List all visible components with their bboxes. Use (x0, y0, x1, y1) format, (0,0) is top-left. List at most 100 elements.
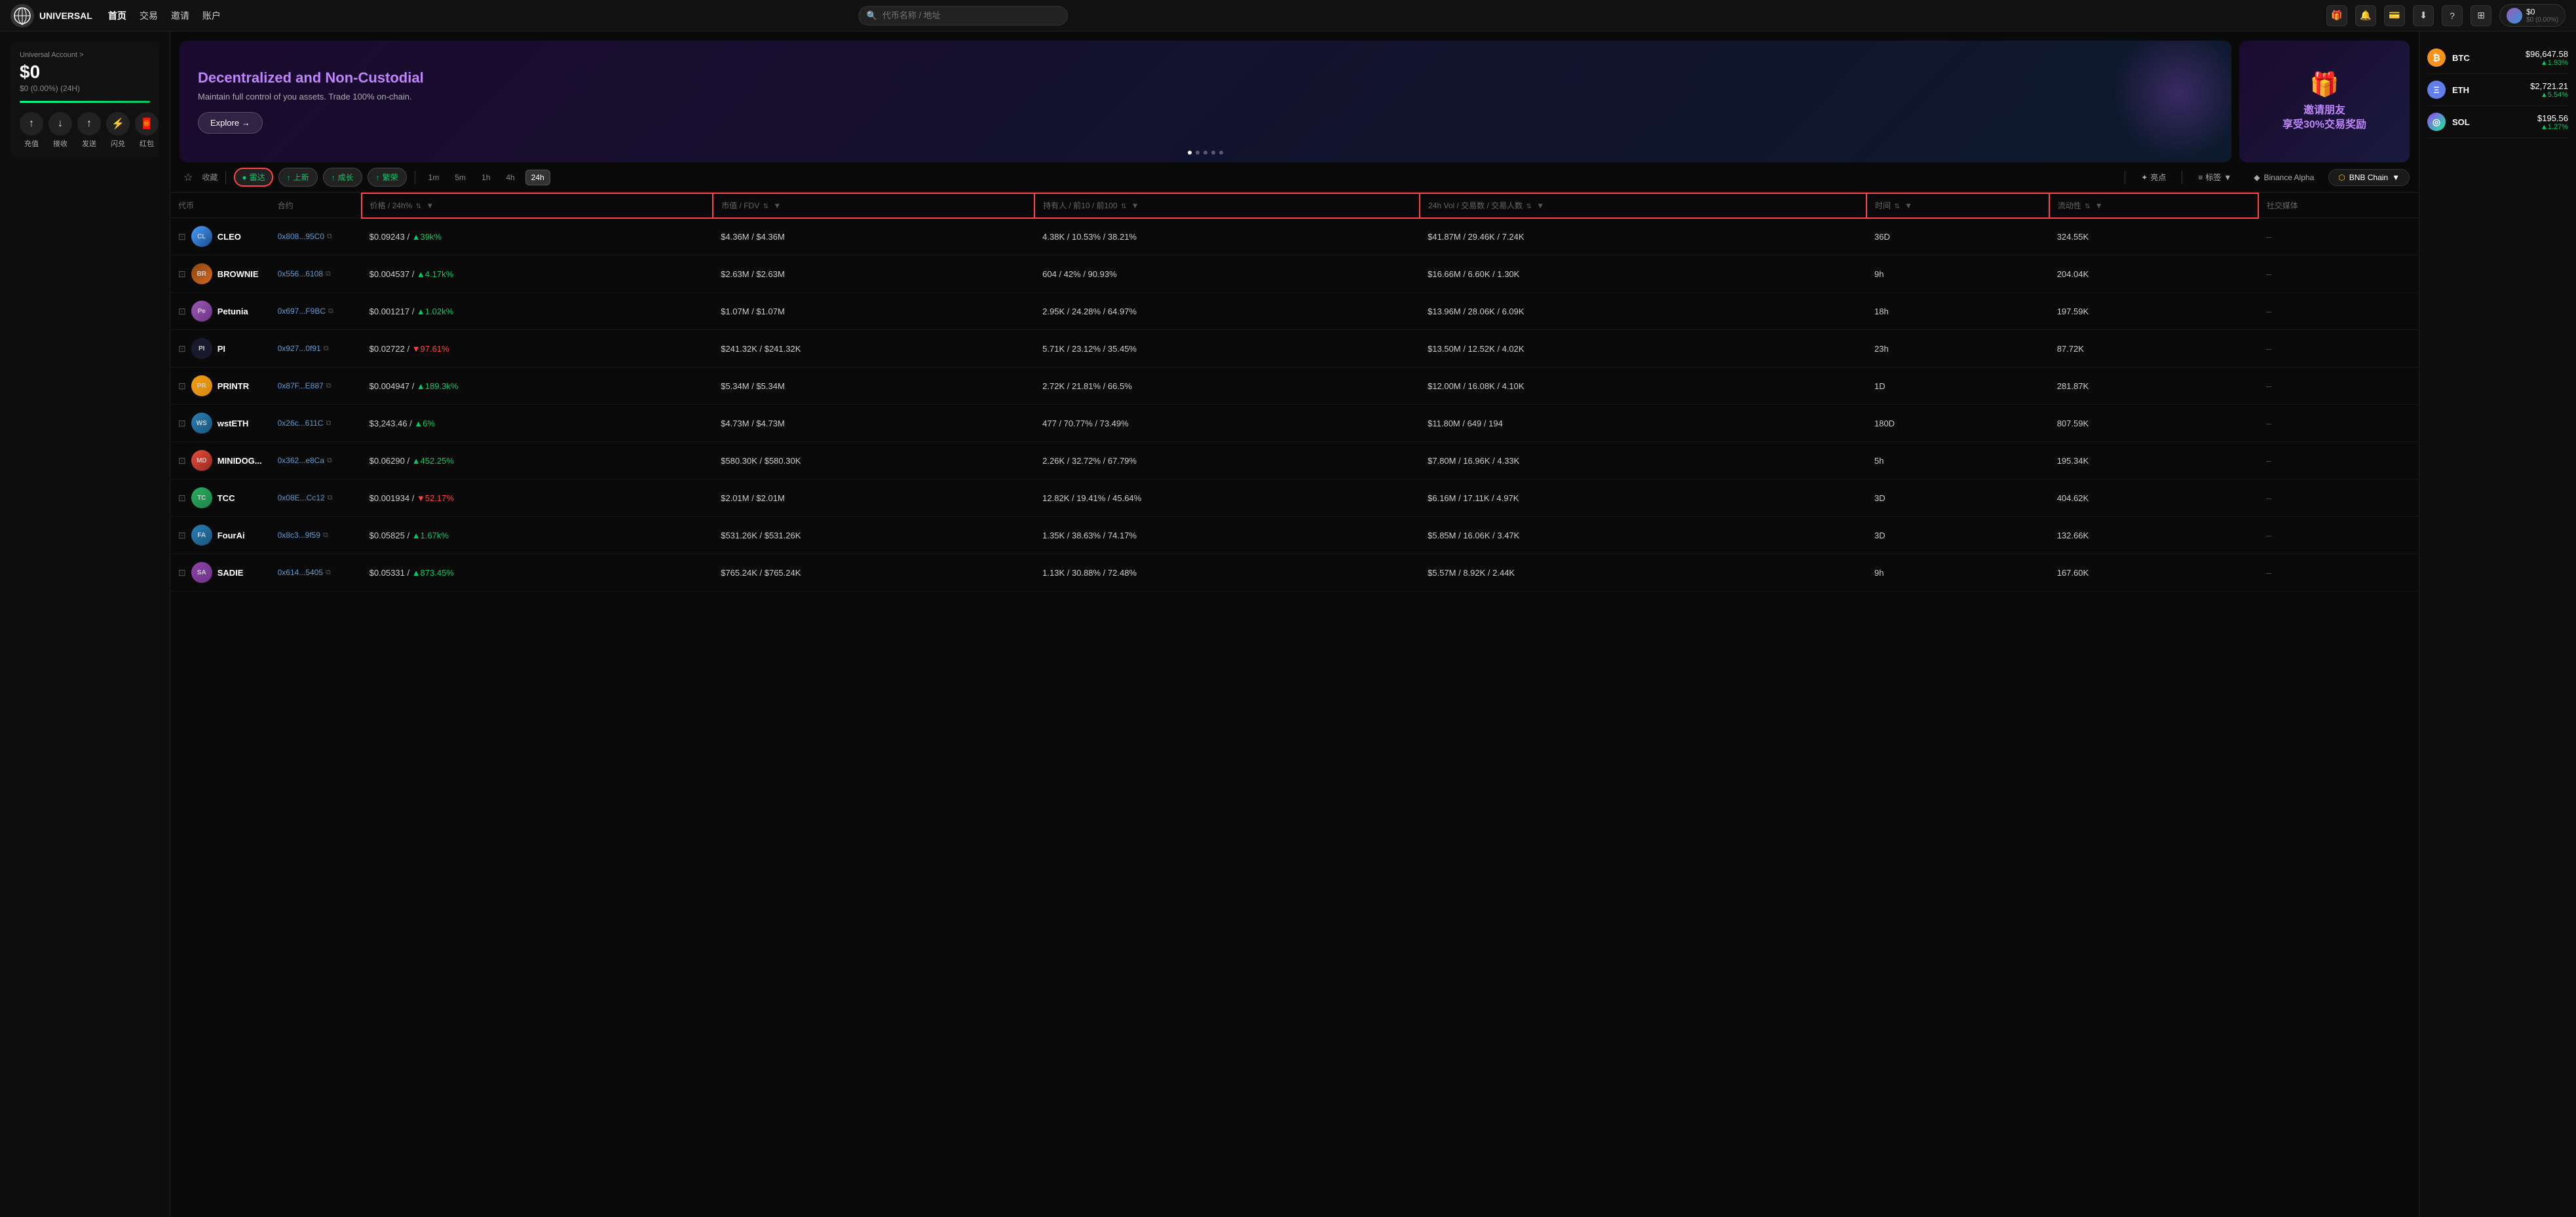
copy-icon-5[interactable]: ⧉ (326, 419, 331, 428)
copy-icon-9[interactable]: ⧉ (326, 569, 331, 577)
table-row[interactable]: ⊡ CL CLEO 0x808...95C0 ⧉ $0.09243 / ▲39k… (170, 218, 2419, 255)
token-avatar-6: MD (191, 450, 212, 471)
table-row[interactable]: ⊡ FA FourAi 0x8c3...9f59 ⧉ $0.05825 / ▲1… (170, 517, 2419, 554)
filter-chip-fanjian[interactable]: ↑ 繁荣 (368, 168, 407, 187)
time-chip-24h[interactable]: 24h (525, 170, 550, 185)
tag-btn[interactable]: ≡ 标签 ▼ (2190, 168, 2239, 186)
account-label[interactable]: Universal Account > (20, 51, 150, 59)
monitor-icon-9[interactable]: ⊡ (178, 567, 186, 578)
copy-icon-1[interactable]: ⧉ (326, 270, 331, 278)
binance-alpha-btn[interactable]: ◆ Binance Alpha (2245, 170, 2323, 185)
monitor-icon-7[interactable]: ⊡ (178, 493, 186, 504)
th-contract[interactable]: 合约 (270, 193, 362, 218)
send-btn[interactable]: ↑ 发送 (77, 112, 101, 149)
banner-dot-5[interactable] (1219, 151, 1223, 155)
th-holders[interactable]: 持有人 / 前10 / 前100 ⇅ ▼ (1034, 193, 1420, 218)
filter-chip-radar[interactable]: ● 雷达 (234, 168, 273, 187)
monitor-icon-4[interactable]: ⊡ (178, 381, 186, 392)
bell-icon-btn[interactable]: 🔔 (2355, 5, 2376, 26)
banner-dot-2[interactable] (1196, 151, 1200, 155)
monitor-icon-3[interactable]: ⊡ (178, 343, 186, 354)
recharge-btn[interactable]: ↑ 充值 (20, 112, 43, 149)
time-chip-5m[interactable]: 5m (449, 170, 471, 185)
crypto-sol[interactable]: ◎ SOL $195.56 ▲1.27% (2427, 106, 2568, 138)
liquidity-cell-1: 204.04K (2049, 255, 2258, 293)
banner-dot-3[interactable] (1203, 151, 1207, 155)
contract-link-2[interactable]: 0x697...F9BC (278, 307, 326, 316)
explore-button[interactable]: Explore → (198, 112, 263, 134)
flash-btn[interactable]: ⚡ 闪兑 (106, 112, 130, 149)
th-token[interactable]: 代币 (170, 193, 270, 218)
time-chip-1h[interactable]: 1h (476, 170, 495, 185)
nav-home[interactable]: 首页 (108, 9, 126, 22)
logo[interactable]: ✦ UNIVERSAL (10, 4, 92, 28)
contract-link-5[interactable]: 0x26c...611C (278, 419, 324, 428)
th-time[interactable]: 时间 ⇅ ▼ (1866, 193, 2049, 218)
nav-invite[interactable]: 邀请 (171, 9, 189, 22)
search-bar[interactable]: 🔍 (858, 6, 1068, 26)
table-row[interactable]: ⊡ BR BROWNIE 0x556...6108 ⧉ $0.004537 / … (170, 255, 2419, 293)
nav-trade[interactable]: 交易 (140, 9, 158, 22)
table-row[interactable]: ⊡ MD MINIDOG... 0x362...e8Ca ⧉ $0.06290 … (170, 442, 2419, 479)
time-chip-1m[interactable]: 1m (423, 170, 445, 185)
receive-btn[interactable]: ↓ 接收 (48, 112, 72, 149)
monitor-icon-5[interactable]: ⊡ (178, 418, 186, 429)
monitor-icon-6[interactable]: ⊡ (178, 455, 186, 466)
crypto-eth[interactable]: Ξ ETH $2,721.21 ▲5.54% (2427, 74, 2568, 106)
filter-chip-chengzhang[interactable]: ↑ 成长 (323, 168, 362, 187)
monitor-icon-1[interactable]: ⊡ (178, 269, 186, 280)
download-icon-btn[interactable]: ⬇ (2413, 5, 2434, 26)
copy-icon-8[interactable]: ⧉ (323, 531, 328, 540)
sol-price-block: $195.56 ▲1.27% (2537, 113, 2568, 131)
gift-icon-btn[interactable]: 🎁 (2326, 5, 2347, 26)
holders-cell-1: 604 / 42% / 90.93% (1034, 255, 1420, 293)
contract-link-9[interactable]: 0x614...5405 (278, 568, 323, 577)
star-favorite-btn[interactable]: ☆ (180, 168, 197, 187)
time-chip-4h[interactable]: 4h (501, 170, 520, 185)
social-cell-2: -- (2258, 293, 2419, 330)
help-icon-btn[interactable]: ? (2442, 5, 2463, 26)
copy-icon-2[interactable]: ⧉ (328, 307, 333, 316)
contract-link-6[interactable]: 0x362...e8Ca (278, 456, 324, 465)
monitor-icon-2[interactable]: ⊡ (178, 306, 186, 317)
copy-icon-3[interactable]: ⧉ (324, 345, 329, 353)
nav-links: 首页 交易 邀请 账户 (108, 9, 221, 22)
crypto-btc[interactable]: ₿ BTC $96,647.58 ▲1.93% (2427, 42, 2568, 74)
th-liquidity[interactable]: 流动性 ⇅ ▼ (2049, 193, 2258, 218)
table-row[interactable]: ⊡ Pe Petunia 0x697...F9BC ⧉ $0.001217 / … (170, 293, 2419, 330)
price-cell-1: $0.004537 / ▲4.17k% (362, 255, 713, 293)
bnb-chain-btn[interactable]: ⬡ BNB Chain ▼ (2328, 169, 2410, 186)
contract-link-0[interactable]: 0x808...95C0 (278, 232, 324, 241)
highlight-btn[interactable]: ✦ 亮点 (2133, 168, 2174, 186)
th-price[interactable]: 价格 / 24h% ⇅ ▼ (362, 193, 713, 218)
contract-link-1[interactable]: 0x556...6108 (278, 269, 323, 278)
contract-link-8[interactable]: 0x8c3...9f59 (278, 531, 320, 540)
wallet-icon-btn[interactable]: 💳 (2384, 5, 2405, 26)
contract-link-7[interactable]: 0x08E...Cc12 (278, 493, 325, 502)
contract-link-4[interactable]: 0x87F...E887 (278, 381, 324, 390)
th-marketcap[interactable]: 市值 / FDV ⇅ ▼ (713, 193, 1034, 218)
user-button[interactable]: $0 $0 (0.00%) (2499, 4, 2566, 27)
copy-icon-7[interactable]: ⧉ (328, 494, 333, 502)
monitor-icon-0[interactable]: ⊡ (178, 231, 186, 242)
banner-dot-4[interactable] (1211, 151, 1215, 155)
th-volume[interactable]: 24h Vol / 交易数 / 交易人数 ⇅ ▼ (1420, 193, 1866, 218)
monitor-icon-8[interactable]: ⊡ (178, 530, 186, 541)
nav-account[interactable]: 账户 (202, 9, 221, 22)
time-cell-8: 3D (1866, 517, 2049, 554)
hongbao-btn[interactable]: 🧧 红包 (135, 112, 159, 149)
table-row[interactable]: ⊡ WS wstETH 0x26c...611C ⧉ $3,243.46 / ▲… (170, 405, 2419, 442)
search-input[interactable] (882, 10, 1059, 20)
table-row[interactable]: ⊡ TC TCC 0x08E...Cc12 ⧉ $0.001934 / ▼52.… (170, 479, 2419, 517)
filter-chip-shangsheng[interactable]: ↑ 上新 (278, 168, 318, 187)
th-social[interactable]: 社交媒体 (2258, 193, 2419, 218)
copy-icon-6[interactable]: ⧉ (327, 457, 332, 465)
banner-dot-1[interactable] (1188, 151, 1192, 155)
table-row[interactable]: ⊡ SA SADIE 0x614...5405 ⧉ $0.05331 / ▲87… (170, 554, 2419, 591)
copy-icon-4[interactable]: ⧉ (326, 382, 331, 390)
copy-icon-0[interactable]: ⧉ (327, 233, 332, 241)
table-row[interactable]: ⊡ PI PI 0x927...0f91 ⧉ $0.02722 / ▼97.61… (170, 330, 2419, 367)
table-row[interactable]: ⊡ PR PRINTR 0x87F...E887 ⧉ $0.004947 / ▲… (170, 367, 2419, 405)
grid-icon-btn[interactable]: ⊞ (2471, 5, 2491, 26)
contract-link-3[interactable]: 0x927...0f91 (278, 344, 321, 353)
